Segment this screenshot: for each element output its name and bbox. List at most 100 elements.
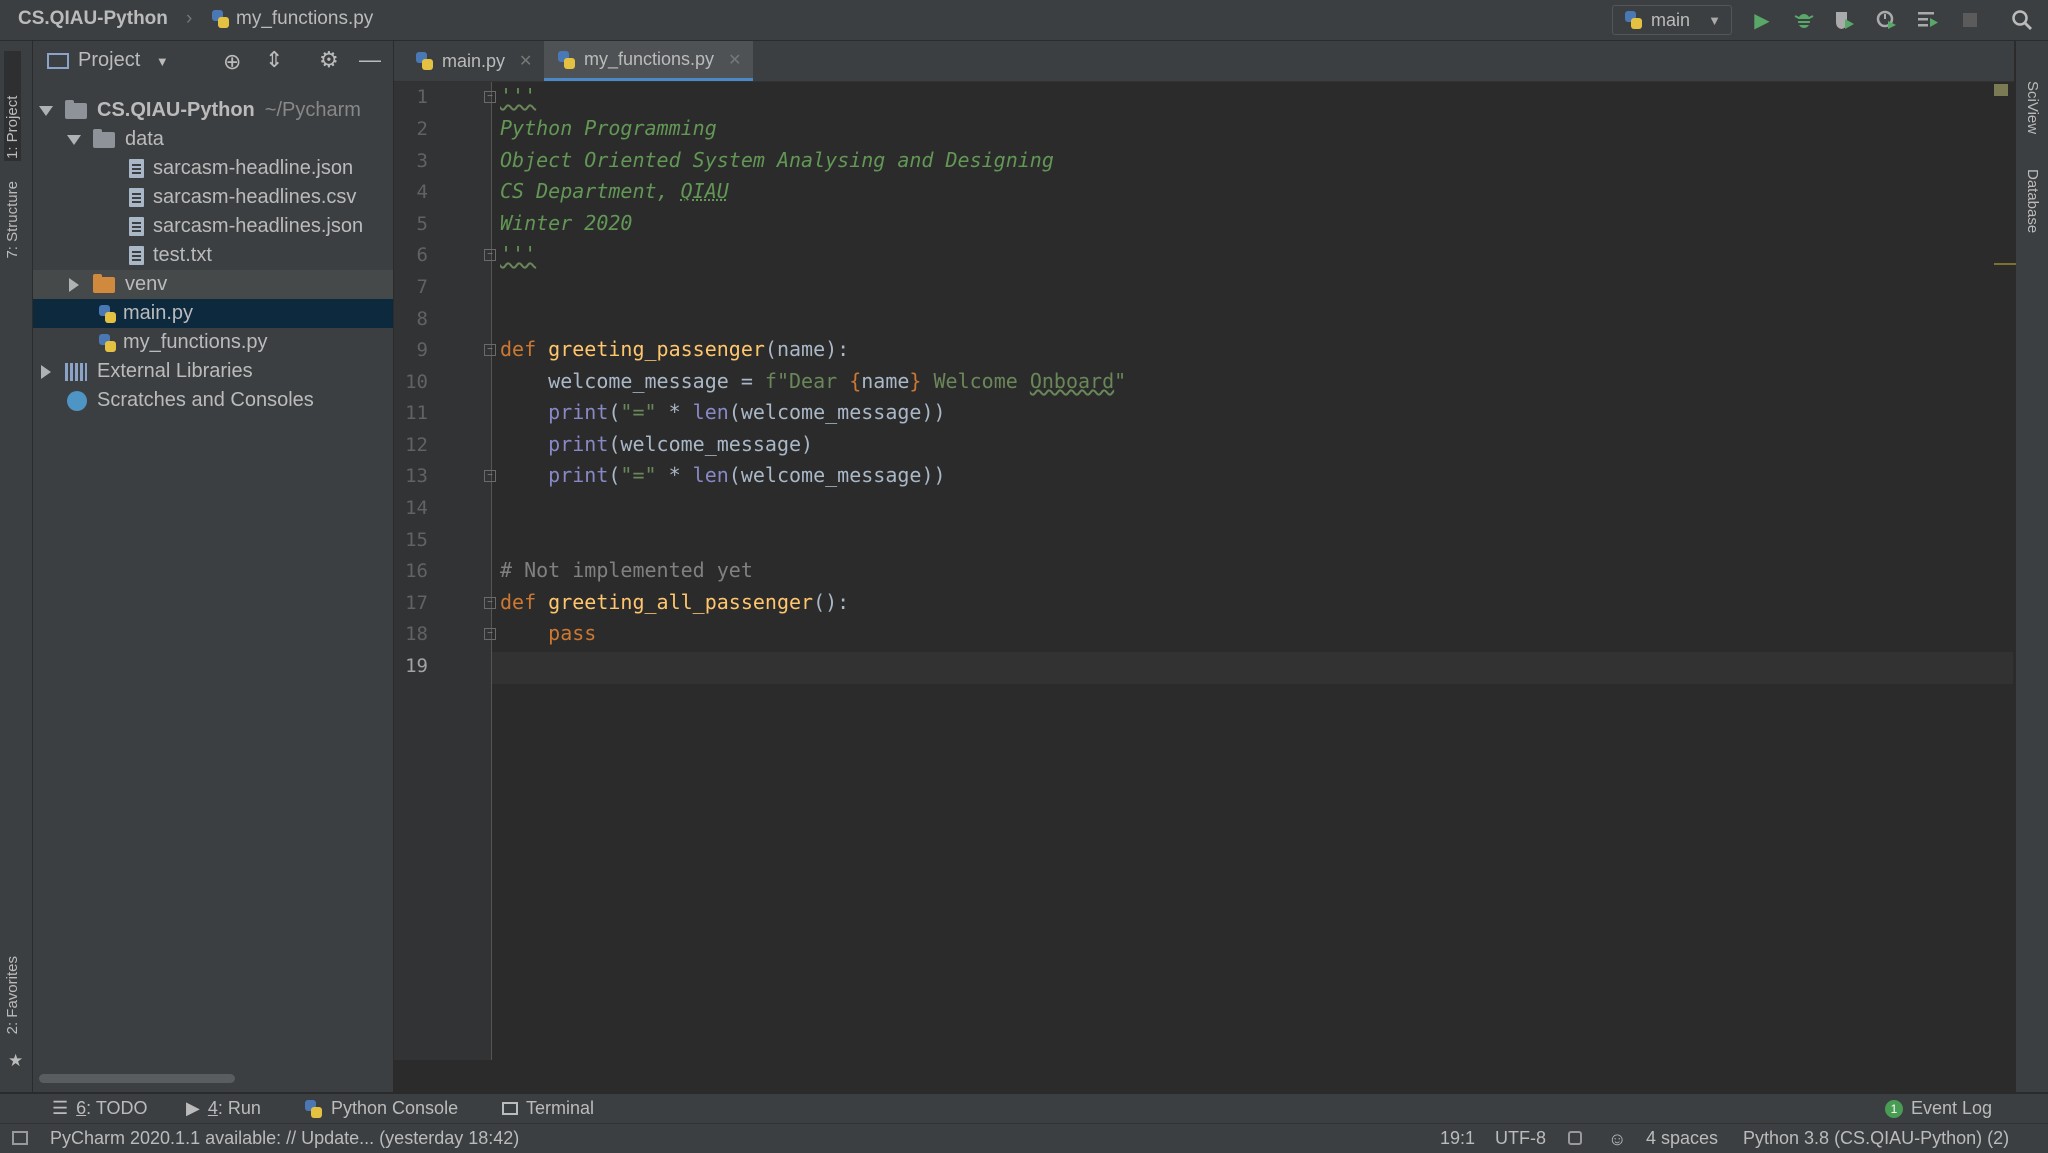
tree-item-data-folder[interactable]: data xyxy=(33,125,393,154)
tab-sciview[interactable]: SciView xyxy=(2024,81,2041,134)
code-token: f"Dear xyxy=(764,369,850,393)
tree-item-file[interactable]: sarcasm-headline.json xyxy=(33,154,393,183)
code-token: "=" xyxy=(620,400,657,424)
fold-icon[interactable]: − xyxy=(484,249,496,261)
collapse-all-icon[interactable]: ⇕ xyxy=(265,47,283,73)
line-number: 5 xyxy=(416,213,428,235)
python-config-icon xyxy=(1623,10,1643,30)
code-token: def xyxy=(500,590,537,614)
profile-icon[interactable] xyxy=(1874,8,1898,32)
fold-icon[interactable]: − xyxy=(484,628,496,640)
tab-favorites-tool-label: 2: Favorites xyxy=(4,956,21,1035)
code-token: greeting_all_passenger xyxy=(548,590,814,614)
close-icon[interactable]: ✕ xyxy=(728,50,741,70)
project-view-select[interactable]: Project ▼ xyxy=(78,49,169,72)
python-file-icon xyxy=(414,51,434,71)
debug-icon[interactable] xyxy=(1792,8,1816,32)
python-interpreter[interactable]: Python 3.8 (CS.QIAU-Python) (2) xyxy=(1743,1128,2009,1149)
title-bar: CS.QIAU-Python › my_functions.py main ▼ … xyxy=(0,0,2048,41)
terminal-icon xyxy=(502,1102,518,1115)
code-token: print xyxy=(500,432,609,456)
warning-marker[interactable] xyxy=(1994,263,2016,265)
stop-icon[interactable] xyxy=(1958,8,1982,32)
lock-icon[interactable] xyxy=(1568,1131,1582,1145)
folder-icon xyxy=(93,128,115,148)
horizontal-scrollbar[interactable] xyxy=(39,1074,235,1083)
code-token: QIAU xyxy=(680,179,729,203)
tab-main-py[interactable]: main.py ✕ xyxy=(402,41,544,81)
python-file-icon xyxy=(97,304,117,324)
tab-project-tool-label: 1: Project xyxy=(4,95,21,159)
tab-database[interactable]: Database xyxy=(2024,169,2041,233)
tree-item-scratches[interactable]: Scratches and Consoles xyxy=(33,386,393,415)
tab-run[interactable]: ▶ 4: Run xyxy=(186,1098,261,1119)
text-file-icon xyxy=(129,246,144,265)
inspection-status-icon[interactable] xyxy=(1994,84,2008,96)
tab-terminal[interactable]: Terminal xyxy=(502,1098,594,1119)
breadcrumb-project-label: CS.QIAU-Python xyxy=(18,8,168,29)
line-number: 13 xyxy=(405,465,428,487)
tab-structure-tool[interactable]: 7: Structure xyxy=(4,181,21,259)
line-number: 11 xyxy=(405,402,428,424)
tree-item-scratches-label: Scratches and Consoles xyxy=(97,389,314,411)
tab-event-log[interactable]: 1 Event Log xyxy=(1885,1098,1992,1119)
caret-position[interactable]: 19:1 xyxy=(1440,1128,1475,1149)
fold-icon[interactable]: − xyxy=(484,470,496,482)
locate-icon[interactable]: ⊕ xyxy=(223,49,241,75)
run-icon[interactable]: ▶ xyxy=(1750,8,1774,32)
line-number: 12 xyxy=(405,434,428,456)
line-number: 10 xyxy=(405,371,428,393)
tool-window-bar: ☰ 6: TODO ▶ 4: Run Python Console Termin… xyxy=(0,1093,2048,1124)
editor-tab-bar: main.py ✕ my_functions.py ✕ xyxy=(394,41,2014,82)
tab-favorites-tool[interactable]: 2: Favorites xyxy=(4,956,21,1034)
fold-icon[interactable]: − xyxy=(484,597,496,609)
code-token: ''' xyxy=(500,84,537,108)
fold-icon[interactable]: − xyxy=(484,344,496,356)
tree-item-file[interactable]: test.txt xyxy=(33,241,393,270)
python-file-icon xyxy=(210,9,230,29)
tree-item-file-label: sarcasm-headlines.csv xyxy=(153,186,357,208)
tree-item-venv-folder[interactable]: venv xyxy=(33,270,393,299)
code-line: def greeting_all_passenger(): xyxy=(500,590,849,614)
tree-item-root[interactable]: CS.QIAU-Python ~/Pycharm xyxy=(33,96,393,125)
search-icon[interactable] xyxy=(2010,8,2034,32)
code-line: welcome_message = f"Dear {name} Welcome … xyxy=(500,369,1126,393)
tab-my-functions-py[interactable]: my_functions.py ✕ xyxy=(544,41,754,81)
code-token: " xyxy=(1114,369,1127,393)
tree-item-file[interactable]: sarcasm-headlines.csv xyxy=(33,183,393,212)
line-number: 3 xyxy=(416,150,428,172)
tab-python-console[interactable]: Python Console xyxy=(303,1098,458,1119)
toggle-tool-windows-icon[interactable] xyxy=(12,1131,28,1145)
gear-icon[interactable]: ⚙ xyxy=(319,47,339,73)
inspector-icon[interactable]: ☺ xyxy=(1608,1129,1626,1150)
event-count-badge: 1 xyxy=(1885,1099,1903,1118)
python-console-icon xyxy=(303,1099,323,1119)
coverage-icon[interactable] xyxy=(1832,8,1856,32)
code-token: * xyxy=(656,400,693,424)
file-encoding[interactable]: UTF-8 xyxy=(1495,1128,1546,1149)
tree-item-my-functions-py[interactable]: my_functions.py xyxy=(33,328,393,357)
breadcrumb-project[interactable]: CS.QIAU-Python xyxy=(18,8,168,30)
tab-run-label: : Run xyxy=(217,1098,261,1118)
code-token: len xyxy=(692,400,729,424)
tab-terminal-label: Terminal xyxy=(526,1098,595,1118)
tree-item-external-libraries[interactable]: External Libraries xyxy=(33,357,393,386)
code-line: print("=" * len(welcome_message)) xyxy=(500,400,945,424)
close-icon[interactable]: ✕ xyxy=(519,51,532,71)
code-token: Python Programming xyxy=(500,116,717,140)
line-number: 6 xyxy=(416,244,428,266)
hide-panel-icon[interactable]: — xyxy=(359,47,381,73)
code-token: (): xyxy=(813,590,850,614)
tab-todo[interactable]: ☰ 6: TODO xyxy=(52,1098,148,1119)
indent-setting[interactable]: 4 spaces xyxy=(1646,1128,1718,1149)
run-concurrency-icon[interactable] xyxy=(1916,8,1940,32)
fold-icon[interactable]: − xyxy=(484,91,496,103)
tab-todo-number: 6 xyxy=(76,1098,87,1118)
run-configuration-select[interactable]: main ▼ xyxy=(1612,5,1732,35)
tree-item-main-py[interactable]: main.py xyxy=(33,299,393,328)
tab-project-tool[interactable]: 1: Project xyxy=(4,51,21,161)
status-message[interactable]: PyCharm 2020.1.1 available: // Update...… xyxy=(50,1128,519,1149)
breadcrumb-file[interactable]: my_functions.py xyxy=(210,8,373,30)
tree-item-file[interactable]: sarcasm-headlines.json xyxy=(33,212,393,241)
code-line: ''' xyxy=(500,84,536,108)
